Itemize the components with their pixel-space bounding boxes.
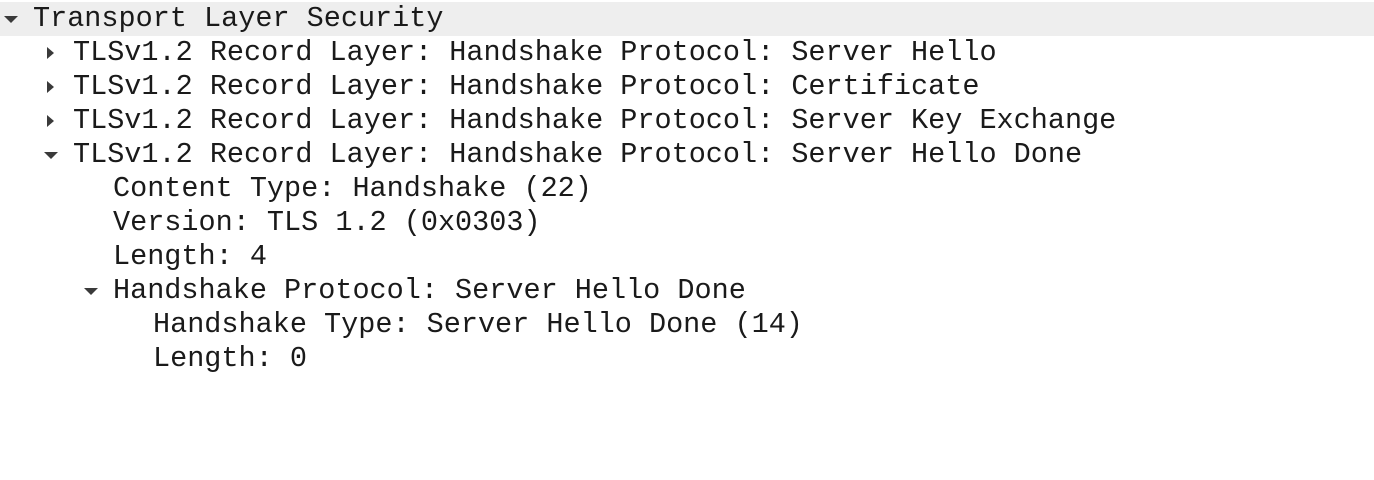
- tree-leaf-label: Length: 4: [113, 240, 267, 273]
- tree-leaf-label: Content Type: Handshake (22): [113, 172, 592, 205]
- tree-leaf-label: Handshake Type: Server Hello Done (14): [153, 308, 803, 341]
- tree-node-label: TLSv1.2 Record Layer: Handshake Protocol…: [73, 138, 1083, 171]
- tree-leaf-label: Length: 0: [153, 342, 307, 375]
- collapse-arrow-icon[interactable]: [42, 70, 62, 104]
- tree-leaf-content-type[interactable]: Content Type: Handshake (22): [0, 172, 1374, 206]
- tree-node-handshake-protocol[interactable]: Handshake Protocol: Server Hello Done: [0, 274, 1374, 308]
- tree-node-label: Transport Layer Security: [33, 2, 444, 35]
- expand-arrow-icon[interactable]: [2, 2, 22, 36]
- tree-node-label: TLSv1.2 Record Layer: Handshake Protocol…: [73, 70, 980, 103]
- tree-node-record-server-key-exchange[interactable]: TLSv1.2 Record Layer: Handshake Protocol…: [0, 104, 1374, 138]
- tree-node-record-server-hello[interactable]: TLSv1.2 Record Layer: Handshake Protocol…: [0, 36, 1374, 70]
- tree-node-label: Handshake Protocol: Server Hello Done: [113, 274, 746, 307]
- tree-leaf-label: Version: TLS 1.2 (0x0303): [113, 206, 541, 239]
- tree-leaf-record-length[interactable]: Length: 4: [0, 240, 1374, 274]
- tree-leaf-handshake-length[interactable]: Length: 0: [0, 342, 1374, 376]
- tree-leaf-handshake-type[interactable]: Handshake Type: Server Hello Done (14): [0, 308, 1374, 342]
- tree-node-record-server-hello-done[interactable]: TLSv1.2 Record Layer: Handshake Protocol…: [0, 138, 1374, 172]
- packet-details-tree: Transport Layer Security TLSv1.2 Record …: [0, 2, 1374, 376]
- tree-leaf-version[interactable]: Version: TLS 1.2 (0x0303): [0, 206, 1374, 240]
- expand-arrow-icon[interactable]: [82, 274, 102, 308]
- tree-node-label: TLSv1.2 Record Layer: Handshake Protocol…: [73, 36, 997, 69]
- collapse-arrow-icon[interactable]: [42, 104, 62, 138]
- collapse-arrow-icon[interactable]: [42, 36, 62, 70]
- tree-node-record-certificate[interactable]: TLSv1.2 Record Layer: Handshake Protocol…: [0, 70, 1374, 104]
- tree-node-label: TLSv1.2 Record Layer: Handshake Protocol…: [73, 104, 1117, 137]
- tree-node-tls[interactable]: Transport Layer Security: [0, 2, 1374, 36]
- expand-arrow-icon[interactable]: [42, 138, 62, 172]
